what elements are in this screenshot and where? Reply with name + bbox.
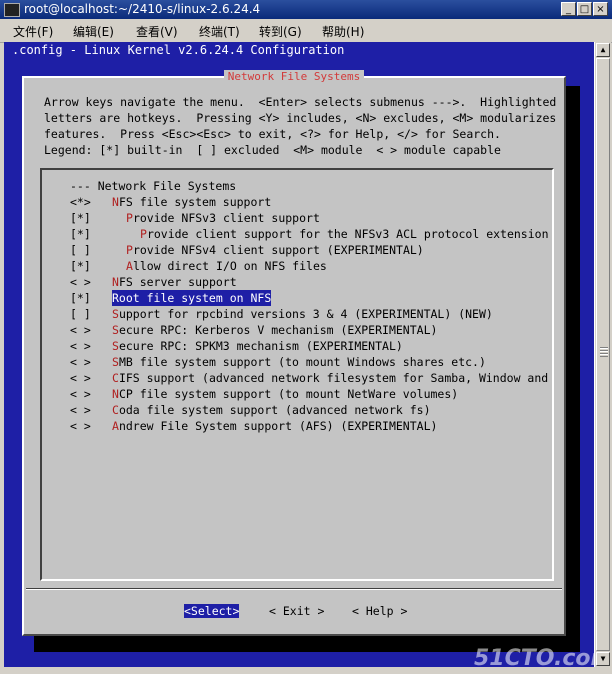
menu-edit[interactable]: 编辑(E) [73, 23, 114, 40]
option-label: Provide NFSv3 client support [126, 211, 320, 225]
help-line: features. Press <Esc><Esc> to exit, <?> … [44, 127, 501, 141]
option-mark: < > [70, 323, 91, 337]
hotkey-letter: A [126, 259, 133, 273]
hotkey-letter: C [112, 403, 119, 417]
option-row[interactable]: < > CIFS support (advanced network filesy… [42, 370, 552, 386]
hotkey-letter: P [126, 243, 133, 257]
option-row[interactable]: < > SMB file system support (to mount Win… [42, 354, 552, 370]
hotkey-letter: N [112, 387, 119, 401]
option-mark: [ ] [70, 307, 91, 321]
minimize-icon[interactable]: _ [561, 2, 576, 16]
terminal-icon[interactable] [4, 3, 20, 17]
option-mark: < > [70, 419, 91, 433]
scroll-down-icon[interactable]: ▼ [596, 652, 610, 666]
scroll-up-icon[interactable]: ▲ [596, 43, 610, 57]
menu-terminal[interactable]: 终端(T) [199, 23, 240, 40]
option-mark: [*] [70, 259, 91, 273]
option-mark: < > [70, 339, 91, 353]
option-row[interactable]: [*] Allow direct I/O on NFS files [42, 258, 552, 274]
menu-help[interactable]: 帮助(H) [322, 23, 364, 40]
option-label: NCP file system support (to mount NetWar… [112, 387, 459, 401]
option-label: Support for rpcbind versions 3 & 4 (EXPE… [112, 307, 493, 321]
option-label: Andrew File System support (AFS) (EXPERI… [112, 419, 438, 433]
help-button[interactable]: < Help > [352, 604, 407, 618]
option-row[interactable]: < > NCP file system support (to mount Net… [42, 386, 552, 402]
option-label: Provide client support for the NFSv3 ACL… [140, 227, 549, 241]
hotkey-letter: S [112, 323, 119, 337]
option-label: SMB file system support (to mount Window… [112, 355, 486, 369]
option-row[interactable]: [*] Root file system on NFS [42, 290, 552, 306]
menu-goto[interactable]: 转到(G) [259, 23, 302, 40]
option-row[interactable]: < > NFS server support [42, 274, 552, 290]
option-row[interactable]: [ ] Provide NFSv4 client support (EXPERIM… [42, 242, 552, 258]
option-row[interactable]: [ ] Support for rpcbind versions 3 & 4 (E… [42, 306, 552, 322]
option-mark: [*] [70, 211, 91, 225]
option-label: Allow direct I/O on NFS files [126, 259, 327, 273]
scroll-thumb[interactable] [596, 58, 610, 651]
terminal-area[interactable]: .config - Linux Kernel v2.6.24.4 Configu… [4, 42, 594, 667]
window-titlebar: root@localhost:~/2410-s/linux-2.6.24.4 _… [0, 0, 612, 19]
option-mark: < > [70, 371, 91, 385]
option-row[interactable]: < > Secure RPC: SPKM3 mechanism (EXPERIME… [42, 338, 552, 354]
help-line: Arrow keys navigate the menu. <Enter> se… [44, 95, 557, 109]
hotkey-letter: N [112, 275, 119, 289]
option-row[interactable]: < > Secure RPC: Kerberos V mechanism (EXP… [42, 322, 552, 338]
option-label: Secure RPC: SPKM3 mechanism (EXPERIMENTA… [112, 339, 403, 353]
menu-view[interactable]: 查看(V) [136, 23, 178, 40]
option-label: --- Network File Systems [70, 179, 237, 193]
hotkey-letter: S [112, 355, 119, 369]
divider [26, 588, 562, 590]
menu-file[interactable]: 文件(F) [13, 23, 53, 40]
option-row[interactable]: < > Andrew File System support (AFS) (EXP… [42, 418, 552, 434]
option-row[interactable]: < > Coda file system support (advanced ne… [42, 402, 552, 418]
hotkey-letter: S [112, 307, 119, 321]
hotkey-letter: N [112, 195, 119, 209]
menubar: 文件(F) 编辑(E) 查看(V) 终端(T) 转到(G) 帮助(H) [0, 19, 612, 43]
select-button[interactable]: <Select> [184, 604, 240, 618]
option-label: Coda file system support (advanced netwo… [112, 403, 431, 417]
hotkey-letter: P [126, 211, 133, 225]
option-label: Root file system on NFS [112, 290, 272, 306]
dialog-title: Network File Systems [223, 70, 365, 83]
option-label: NFS file system support [112, 195, 272, 209]
option-label: Provide NFSv4 client support (EXPERIMENT… [126, 243, 424, 257]
option-label: Secure RPC: Kerberos V mechanism (EXPERI… [112, 323, 438, 337]
option-label: NFS server support [112, 275, 237, 289]
watermark-logo: 51CTO.com 技术博客 Blog [474, 646, 594, 667]
hotkey-letter: S [112, 339, 119, 353]
option-label: CIFS support (advanced network filesyste… [112, 371, 549, 385]
option-mark: <*> [70, 195, 91, 209]
option-row[interactable]: [*] Provide NFSv3 client support [42, 210, 552, 226]
config-title: .config - Linux Kernel v2.6.24.4 Configu… [12, 43, 345, 57]
hotkey-letter: A [112, 419, 119, 433]
help-line: letters are hotkeys. Pressing <Y> includ… [44, 111, 557, 125]
option-mark: < > [70, 403, 91, 417]
exit-button[interactable]: < Exit > [269, 604, 324, 618]
window-title: root@localhost:~/2410-s/linux-2.6.24.4 [24, 2, 261, 16]
hotkey-letter: P [140, 227, 147, 241]
scrollbar[interactable]: ▲ ▼ [594, 42, 611, 667]
option-mark: < > [70, 275, 91, 289]
help-line: Legend: [*] built-in [ ] excluded <M> mo… [44, 143, 501, 157]
options-list: --- Network File Systems <*> NFS file syst… [40, 168, 554, 581]
option-mark: < > [70, 355, 91, 369]
option-mark: [*] [70, 227, 91, 241]
hotkey-letter: C [112, 371, 119, 385]
option-row[interactable]: <*> NFS file system support [42, 194, 552, 210]
maximize-icon[interactable]: □ [577, 2, 592, 16]
menuconfig-dialog: Network File Systems Arrow keys navigate… [22, 70, 566, 636]
option-mark: < > [70, 387, 91, 401]
option-mark: [*] [70, 291, 91, 305]
close-icon[interactable]: × [593, 2, 608, 16]
option-mark: [ ] [70, 243, 91, 257]
option-row[interactable]: --- Network File Systems [42, 178, 552, 194]
option-row[interactable]: [*] Provide client support for the NFSv3 … [42, 226, 552, 242]
